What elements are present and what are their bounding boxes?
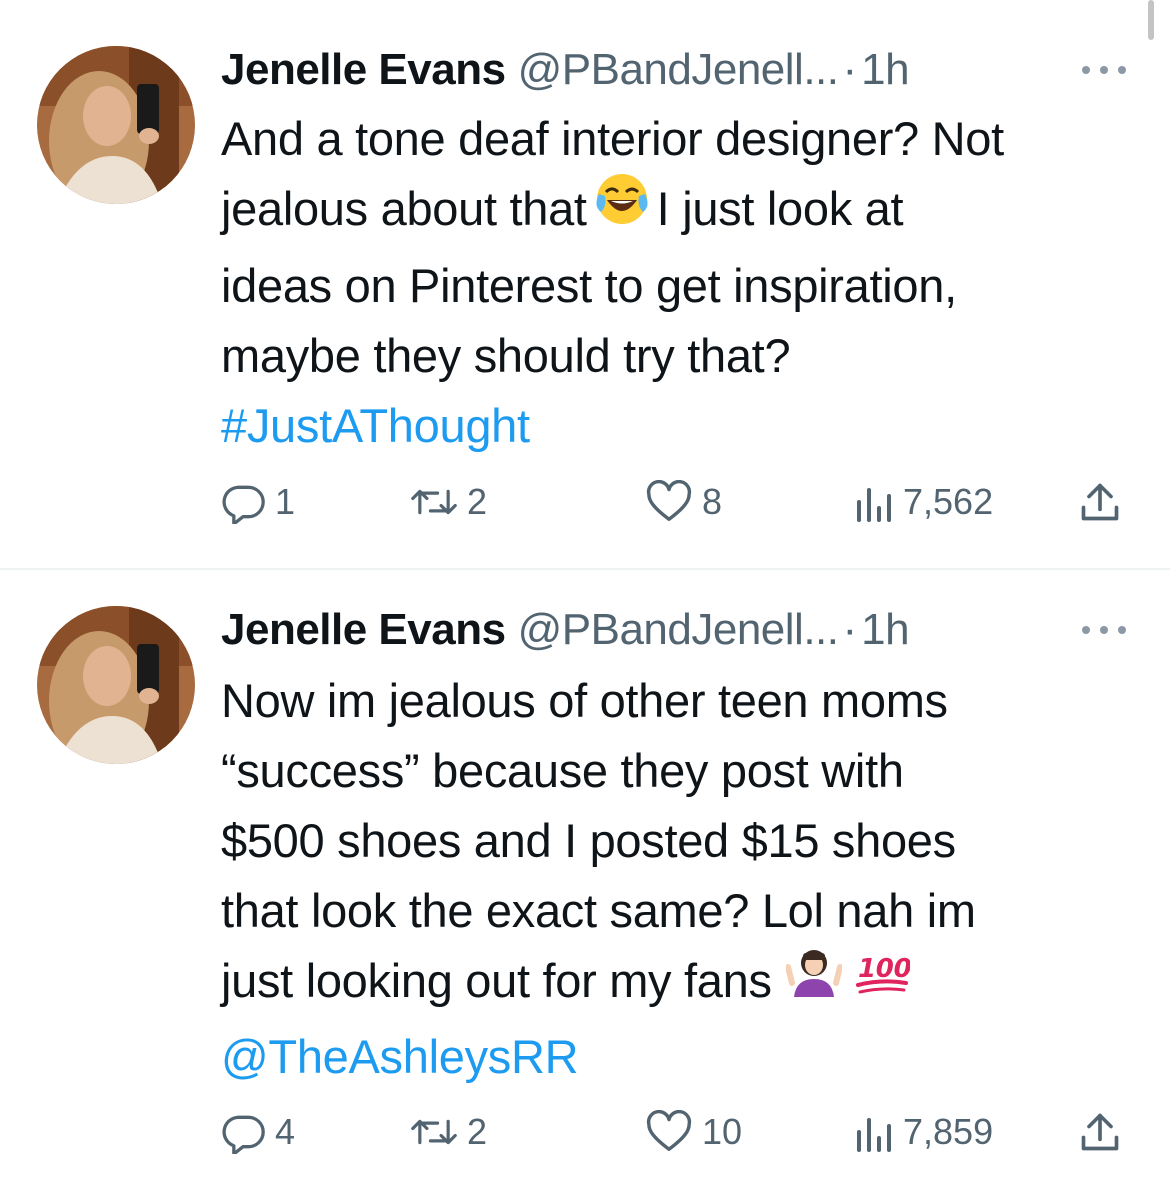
text-segment: I just look at xyxy=(656,182,904,235)
share-icon xyxy=(1081,1113,1119,1151)
share-button[interactable] xyxy=(1079,1102,1121,1162)
text-line: And a tone deaf interior designer? Not xyxy=(221,112,1004,165)
tweet-actions: 1 2 8 7,562 xyxy=(221,472,1141,532)
views-count: 7,562 xyxy=(903,481,994,522)
text-line-with-emoji: jealous about that I just look at xyxy=(221,174,1151,251)
tweet-header: Jenelle Evans @PBandJenell... · 1h xyxy=(221,600,910,660)
mention-link[interactable]: @TheAshleysRR xyxy=(221,1022,1151,1092)
text-line: ideas on Pinterest to get inspiration, xyxy=(221,259,957,313)
views-chart-icon xyxy=(857,1118,891,1152)
text-line: maybe they should try that? xyxy=(221,329,791,383)
face-with-tears-of-joy-icon xyxy=(593,170,651,247)
like-count: 10 xyxy=(702,1111,743,1152)
hundred-points-icon: 100 xyxy=(854,943,912,1018)
tweet-text: And a tone deaf interior designer? Not j… xyxy=(221,104,1151,461)
reply-count: 4 xyxy=(275,1111,296,1152)
tweet-2[interactable]: Jenelle Evans @PBandJenell... · 1h Now i… xyxy=(0,570,1170,1202)
text-segment: jealous about that xyxy=(221,182,587,235)
text-line-with-emoji: just looking out for my fans 100 xyxy=(221,946,1151,1022)
text-segment: just looking out for my fans xyxy=(221,954,772,1007)
more-options-icon[interactable] xyxy=(1082,60,1126,80)
like-button[interactable]: 8 xyxy=(646,472,722,532)
heart-icon xyxy=(646,1110,692,1151)
like-count: 8 xyxy=(702,481,723,522)
reply-button[interactable]: 4 xyxy=(221,1102,295,1162)
like-button[interactable]: 10 xyxy=(646,1102,742,1162)
reply-count: 1 xyxy=(275,481,296,522)
retweet-button[interactable]: 2 xyxy=(411,472,487,532)
views-count: 7,859 xyxy=(903,1111,994,1152)
views-button[interactable]: 7,859 xyxy=(853,1102,993,1162)
share-button[interactable] xyxy=(1079,472,1121,532)
author-name[interactable]: Jenelle Evans xyxy=(221,605,506,655)
text-line: Now im jealous of other teen moms xyxy=(221,674,948,727)
text-line: “success” because they post with xyxy=(221,744,904,797)
hashtag-link[interactable]: #JustAThought xyxy=(221,391,1151,461)
retweet-count: 2 xyxy=(467,1111,488,1152)
author-handle[interactable]: @PBandJenell... xyxy=(518,45,839,95)
timestamp[interactable]: 1h xyxy=(861,605,909,655)
timestamp[interactable]: 1h xyxy=(861,45,909,95)
separator-dot: · xyxy=(842,605,858,654)
reply-icon xyxy=(222,1115,265,1154)
avatar[interactable] xyxy=(37,606,195,764)
retweet-button[interactable]: 2 xyxy=(411,1102,487,1162)
text-line: $500 shoes and I posted $15 shoes xyxy=(221,814,956,867)
reply-icon xyxy=(222,485,265,524)
share-icon xyxy=(1081,483,1119,521)
avatar[interactable] xyxy=(37,46,195,204)
separator-dot: · xyxy=(842,45,858,94)
retweet-icon xyxy=(411,489,457,515)
more-options-icon[interactable] xyxy=(1082,620,1126,640)
tweet-header: Jenelle Evans @PBandJenell... · 1h xyxy=(221,40,910,100)
tweet-actions: 4 2 10 7,859 xyxy=(221,1102,1141,1162)
woman-shrugging-icon xyxy=(784,943,843,1018)
reply-button[interactable]: 1 xyxy=(221,472,295,532)
views-chart-icon xyxy=(857,488,891,522)
views-button[interactable]: 7,562 xyxy=(853,472,993,532)
tweet-text: Now im jealous of other teen moms “succe… xyxy=(221,666,1151,1092)
tweet-1[interactable]: Jenelle Evans @PBandJenell... · 1h And a… xyxy=(0,0,1170,568)
text-line: that look the exact same? Lol nah im xyxy=(221,884,976,937)
retweet-count: 2 xyxy=(467,481,488,522)
author-name[interactable]: Jenelle Evans xyxy=(221,45,506,95)
avatar-photo xyxy=(37,46,195,204)
heart-icon xyxy=(646,480,692,521)
author-handle[interactable]: @PBandJenell... xyxy=(518,605,839,655)
retweet-icon xyxy=(411,1119,457,1145)
avatar-photo xyxy=(37,606,195,764)
